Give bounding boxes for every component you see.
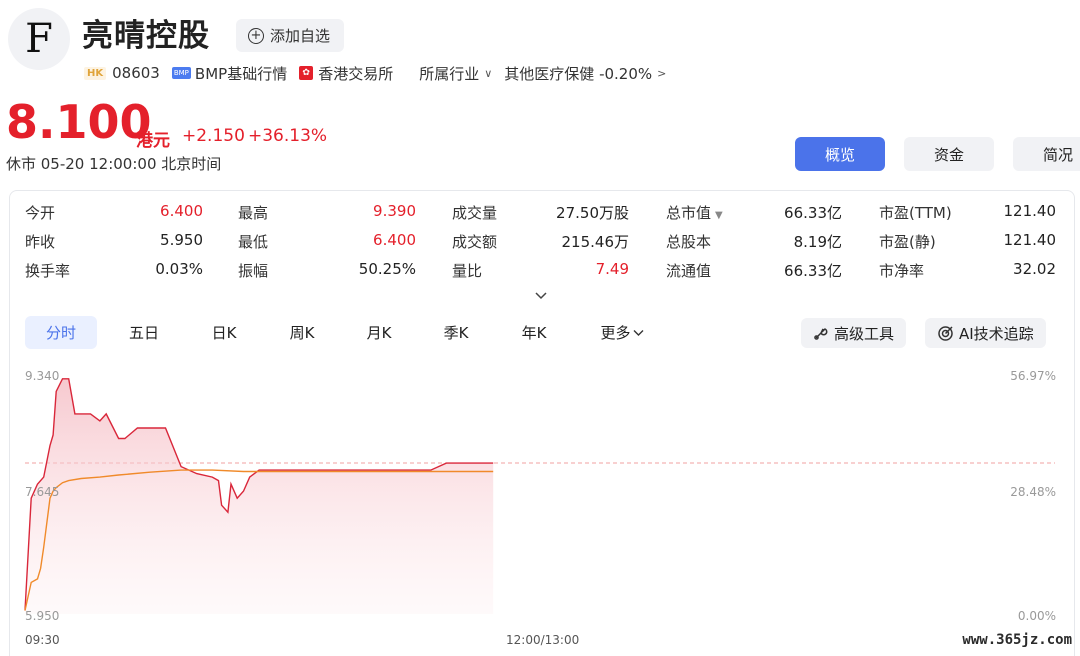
y-left-tick-bottom: 5.950: [25, 609, 60, 623]
x-tick-midday: 12:00/13:00: [506, 633, 580, 647]
y-right-tick-top: 56.97%: [1010, 369, 1056, 383]
intraday-chart[interactable]: [0, 0, 1080, 656]
y-right-tick-mid: 28.48%: [1010, 485, 1056, 499]
y-left-tick-mid: 7.645: [25, 485, 60, 499]
y-right-tick-bottom: 0.00%: [1017, 609, 1056, 623]
watermark: www.365jz.com: [962, 632, 1072, 648]
y-left-tick-top: 9.340: [25, 369, 60, 383]
price-area: [25, 378, 494, 614]
x-tick-open: 09:30: [25, 633, 60, 647]
